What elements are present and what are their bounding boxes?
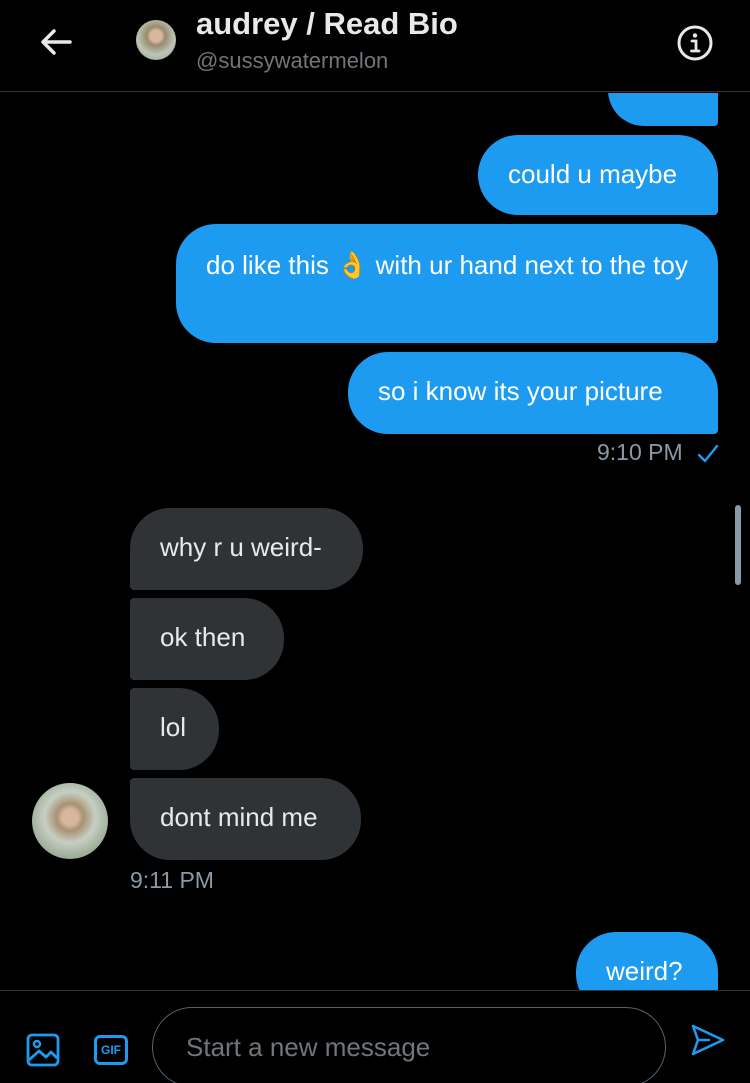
sent-message[interactable]: weird? [576,932,718,990]
message-text: ok then [160,622,246,652]
message-text: weird? [606,956,683,986]
conversation-header: audrey / Read Bio @sussywatermelon [0,0,750,92]
scrollbar-thumb[interactable] [735,505,741,585]
message-input[interactable] [152,1007,666,1083]
dm-conversation-screen: audrey / Read Bio @sussywatermelon could… [0,0,750,1083]
read-check-icon [697,444,719,463]
sent-message[interactable]: so i know its your picture [348,352,718,434]
received-message[interactable]: lol [130,688,219,770]
sent-timestamp: 9:10 PM [597,439,719,466]
received-timestamp: 9:11 PM [130,867,214,893]
received-message[interactable]: dont mind me [130,778,361,860]
sent-message[interactable]: could u maybe [478,135,718,215]
sender-avatar[interactable] [32,783,108,859]
message-text: so i know its your picture [378,376,663,406]
sent-message[interactable]: do like this 👌 with ur hand next to the … [176,224,718,343]
conversation-handle: @sussywatermelon [196,48,389,73]
message-text: dont mind me [160,802,318,832]
back-arrow-icon[interactable] [36,24,76,60]
send-icon[interactable] [690,1023,726,1057]
received-message[interactable]: why r u weird- [130,508,363,590]
conversation-title[interactable]: audrey / Read Bio [196,6,458,42]
header-avatar[interactable] [136,20,176,60]
gif-button[interactable]: GIF [94,1035,128,1065]
info-icon[interactable] [676,24,714,62]
message-text: do like this 👌 with ur hand next to the … [206,250,688,280]
message-text: could u maybe [508,159,678,189]
clipped-sent-message[interactable] [608,93,718,126]
message-composer: GIF [0,990,750,1083]
timestamp-text: 9:10 PM [597,439,683,465]
message-text: why r u weird- [160,532,322,562]
message-list[interactable]: could u maybe do like this 👌 with ur han… [0,93,750,990]
image-icon[interactable] [26,1033,60,1067]
message-text: lol [160,712,187,742]
received-message[interactable]: ok then [130,598,284,680]
